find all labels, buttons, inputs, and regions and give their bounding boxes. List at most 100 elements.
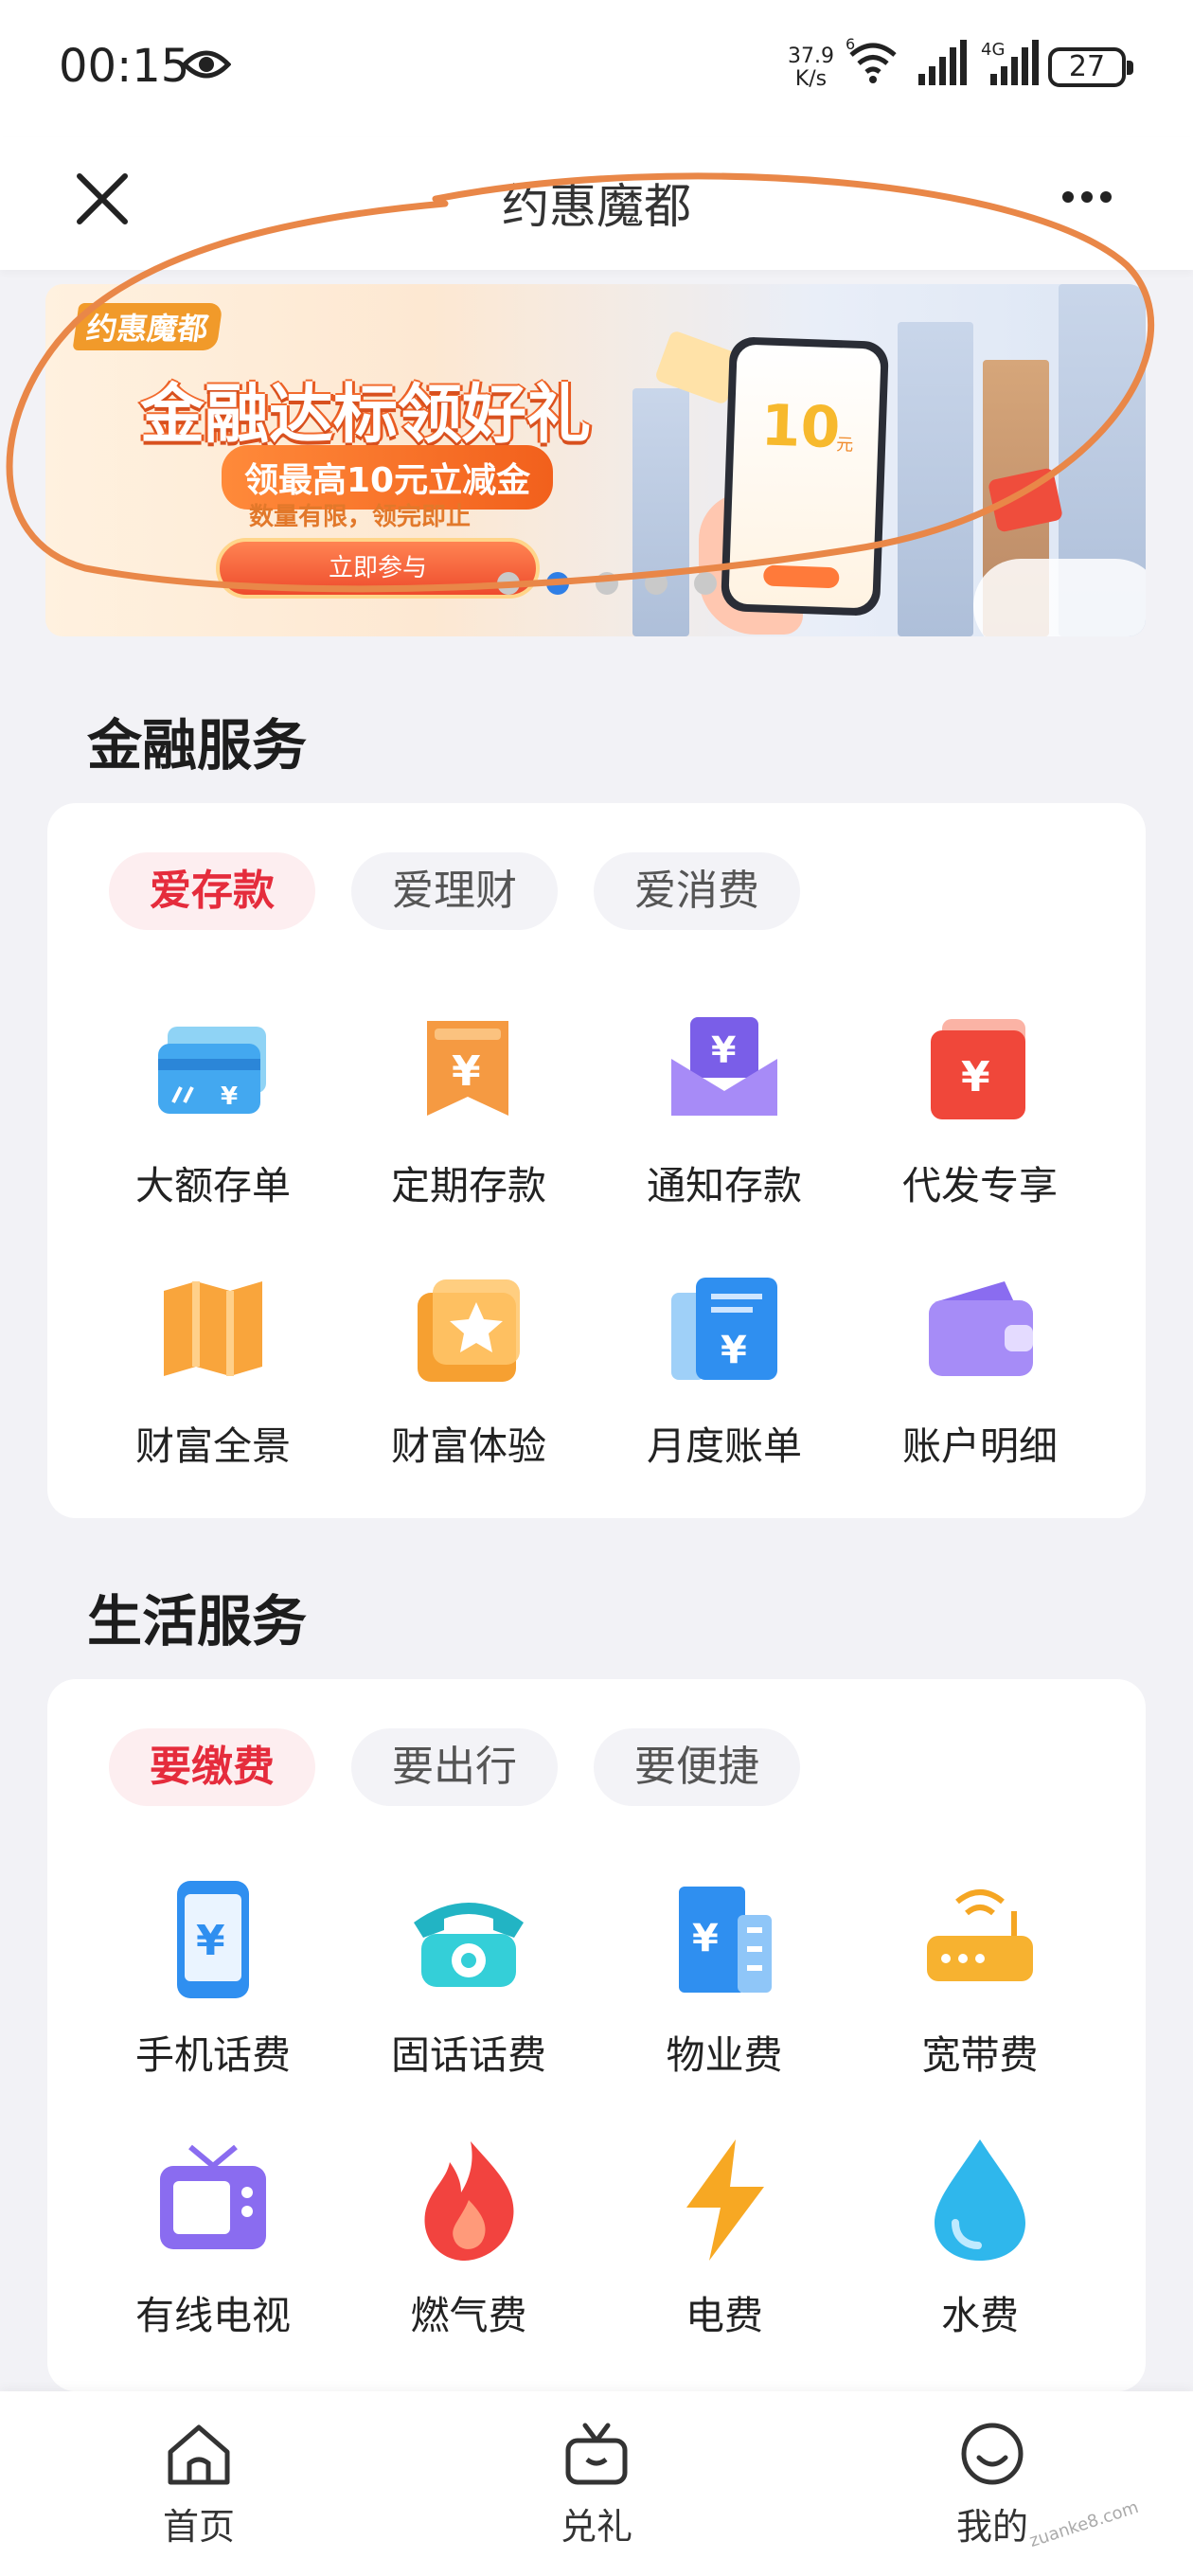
- home-icon: [168, 2424, 230, 2485]
- svg-text:¥: ¥: [711, 1029, 736, 1071]
- tab-home[interactable]: 首页: [123, 2420, 275, 2549]
- carousel-indicator[interactable]: [497, 572, 717, 595]
- service-label: 物业费: [666, 2032, 783, 2078]
- water-drop-icon: [935, 2139, 1025, 2261]
- phone-button-illustration: [762, 564, 840, 589]
- status-bar: 00:15 37.9 K/s 6 4G 27: [0, 0, 1193, 137]
- carousel-dot[interactable]: [596, 572, 618, 595]
- service-wealth-experience[interactable]: 财富体验: [341, 1264, 596, 1525]
- service-wealth-panorama[interactable]: 财富全景: [85, 1264, 341, 1525]
- tab-redeem-label: 兑礼: [560, 2506, 632, 2548]
- card-icon: ¥: [158, 1027, 266, 1114]
- life-card: 要缴费 要出行 要便捷 ¥ 手机话费 固话话费 ¥ 物业费 宽带费 有线电视 燃…: [47, 1679, 1146, 2391]
- signal-4g-icon: 4G: [981, 40, 1039, 85]
- svg-text:¥: ¥: [721, 1329, 747, 1372]
- service-label: 财富体验: [391, 1423, 546, 1469]
- tab-redeem[interactable]: 兑礼: [521, 2420, 672, 2549]
- service-label: 账户明细: [902, 1423, 1058, 1469]
- wallet-icon: [929, 1281, 1033, 1376]
- svg-text:¥: ¥: [692, 1917, 719, 1960]
- yuan-envelope-icon: ¥: [671, 1017, 777, 1116]
- status-time: 00:15: [59, 40, 190, 93]
- service-gas-fee[interactable]: 燃气费: [341, 2134, 596, 2394]
- service-label: 月度账单: [647, 1423, 802, 1469]
- banner-note: 数量有限，领完即止: [249, 503, 472, 531]
- telephone-icon: [414, 1903, 524, 1987]
- service-account-details[interactable]: 账户明细: [852, 1264, 1108, 1525]
- more-icon[interactable]: [1060, 189, 1113, 205]
- tab-consume[interactable]: 爱消费: [594, 852, 800, 930]
- network-type: 4G: [981, 40, 1005, 60]
- service-monthly-bill[interactable]: ¥ 月度账单: [596, 1264, 852, 1525]
- service-notice-deposit[interactable]: ¥ 通知存款: [596, 1004, 852, 1264]
- finance-section-title: 金融服务: [87, 713, 308, 778]
- finance-tabs: 爱存款 爱理财 爱消费: [109, 852, 800, 930]
- service-label: 有线电视: [135, 2293, 291, 2338]
- carousel-dot[interactable]: [645, 572, 668, 595]
- finance-card: 爱存款 爱理财 爱消费 ¥ 大额存单 ¥ 定期存款 ¥ 通知存款 ¥ 代发专享 …: [47, 803, 1146, 1518]
- lightning-icon: [686, 2139, 764, 2261]
- bottom-tab-bar: 首页 兑礼 我的: [0, 2391, 1193, 2576]
- service-label: 固话话费: [391, 2032, 546, 2078]
- tab-wealth[interactable]: 爱理财: [351, 852, 558, 930]
- signal-icon: [918, 40, 967, 85]
- building-icon: ¥: [679, 1887, 772, 1993]
- battery-indicator: 27: [1048, 47, 1133, 87]
- service-label: 代发专享: [902, 1163, 1058, 1208]
- tab-deposit[interactable]: 爱存款: [109, 852, 315, 930]
- gift-icon: [565, 2423, 628, 2485]
- tv-icon: [160, 2144, 266, 2249]
- phone-amount: 10: [759, 392, 842, 462]
- carousel-dot[interactable]: [546, 572, 569, 595]
- service-water-fee[interactable]: 水费: [852, 2134, 1108, 2394]
- svg-text:¥: ¥: [221, 1082, 238, 1111]
- tab-convenience[interactable]: 要便捷: [594, 1728, 800, 1806]
- service-label: 手机话费: [135, 2032, 291, 2078]
- service-fixed-deposit[interactable]: ¥ 定期存款: [341, 1004, 596, 1264]
- service-property-fee[interactable]: ¥ 物业费: [596, 1873, 852, 2134]
- svg-text:¥: ¥: [196, 1917, 225, 1965]
- cloud-illustration: [973, 559, 1146, 636]
- wifi-icon: 6: [846, 38, 897, 83]
- service-broadband-fee[interactable]: 宽带费: [852, 1873, 1108, 2134]
- service-label: 财富全景: [135, 1423, 291, 1469]
- service-payroll[interactable]: ¥ 代发专享: [852, 1004, 1108, 1264]
- svg-text:¥: ¥: [452, 1047, 481, 1096]
- service-label: 电费: [686, 2293, 763, 2338]
- yuan-bookmark-icon: ¥: [427, 1021, 508, 1116]
- tab-home-label: 首页: [162, 2506, 235, 2548]
- phone-illustration: 10 元: [720, 336, 890, 617]
- phone-unit: 元: [835, 435, 854, 456]
- service-mobile-bill[interactable]: ¥ 手机话费: [85, 1873, 341, 2134]
- tab-pay-bills[interactable]: 要缴费: [109, 1728, 315, 1806]
- service-label: 宽带费: [921, 2032, 1039, 2078]
- svg-text:¥: ¥: [961, 1053, 990, 1101]
- service-electricity-fee[interactable]: 电费: [596, 2134, 852, 2394]
- star-card-icon: [418, 1279, 520, 1382]
- map-icon: [164, 1281, 262, 1376]
- service-label: 定期存款: [391, 1163, 546, 1208]
- join-button[interactable]: 立即参与: [216, 538, 540, 599]
- eye-icon: [182, 50, 231, 79]
- service-label: 通知存款: [647, 1163, 802, 1208]
- banner-title: 金融达标领好礼: [140, 378, 592, 453]
- building-illustration: [632, 388, 689, 636]
- service-label: 大额存单: [135, 1163, 291, 1208]
- flame-icon: [424, 2141, 514, 2261]
- service-large-deposit[interactable]: ¥ 大额存单: [85, 1004, 341, 1264]
- yuan-bill-icon: ¥: [671, 1278, 777, 1380]
- smile-icon: [961, 2423, 1024, 2485]
- page-title: 约惠魔都: [502, 179, 691, 234]
- banner-logo: 约惠魔都: [72, 303, 223, 350]
- service-landline-bill[interactable]: 固话话费: [341, 1873, 596, 2134]
- tab-travel[interactable]: 要出行: [351, 1728, 558, 1806]
- carousel-dot[interactable]: [694, 572, 717, 595]
- speed-value: 37.9: [788, 45, 834, 68]
- service-label: 水费: [941, 2293, 1019, 2338]
- building-illustration: [898, 322, 973, 636]
- life-tabs: 要缴费 要出行 要便捷: [109, 1728, 800, 1806]
- network-speed: 37.9 K/s: [788, 45, 834, 91]
- carousel-dot[interactable]: [497, 572, 520, 595]
- finance-grid: ¥ 大额存单 ¥ 定期存款 ¥ 通知存款 ¥ 代发专享 财富全景 财富体验 ¥ …: [47, 1004, 1146, 1525]
- service-cable-tv[interactable]: 有线电视: [85, 2134, 341, 2394]
